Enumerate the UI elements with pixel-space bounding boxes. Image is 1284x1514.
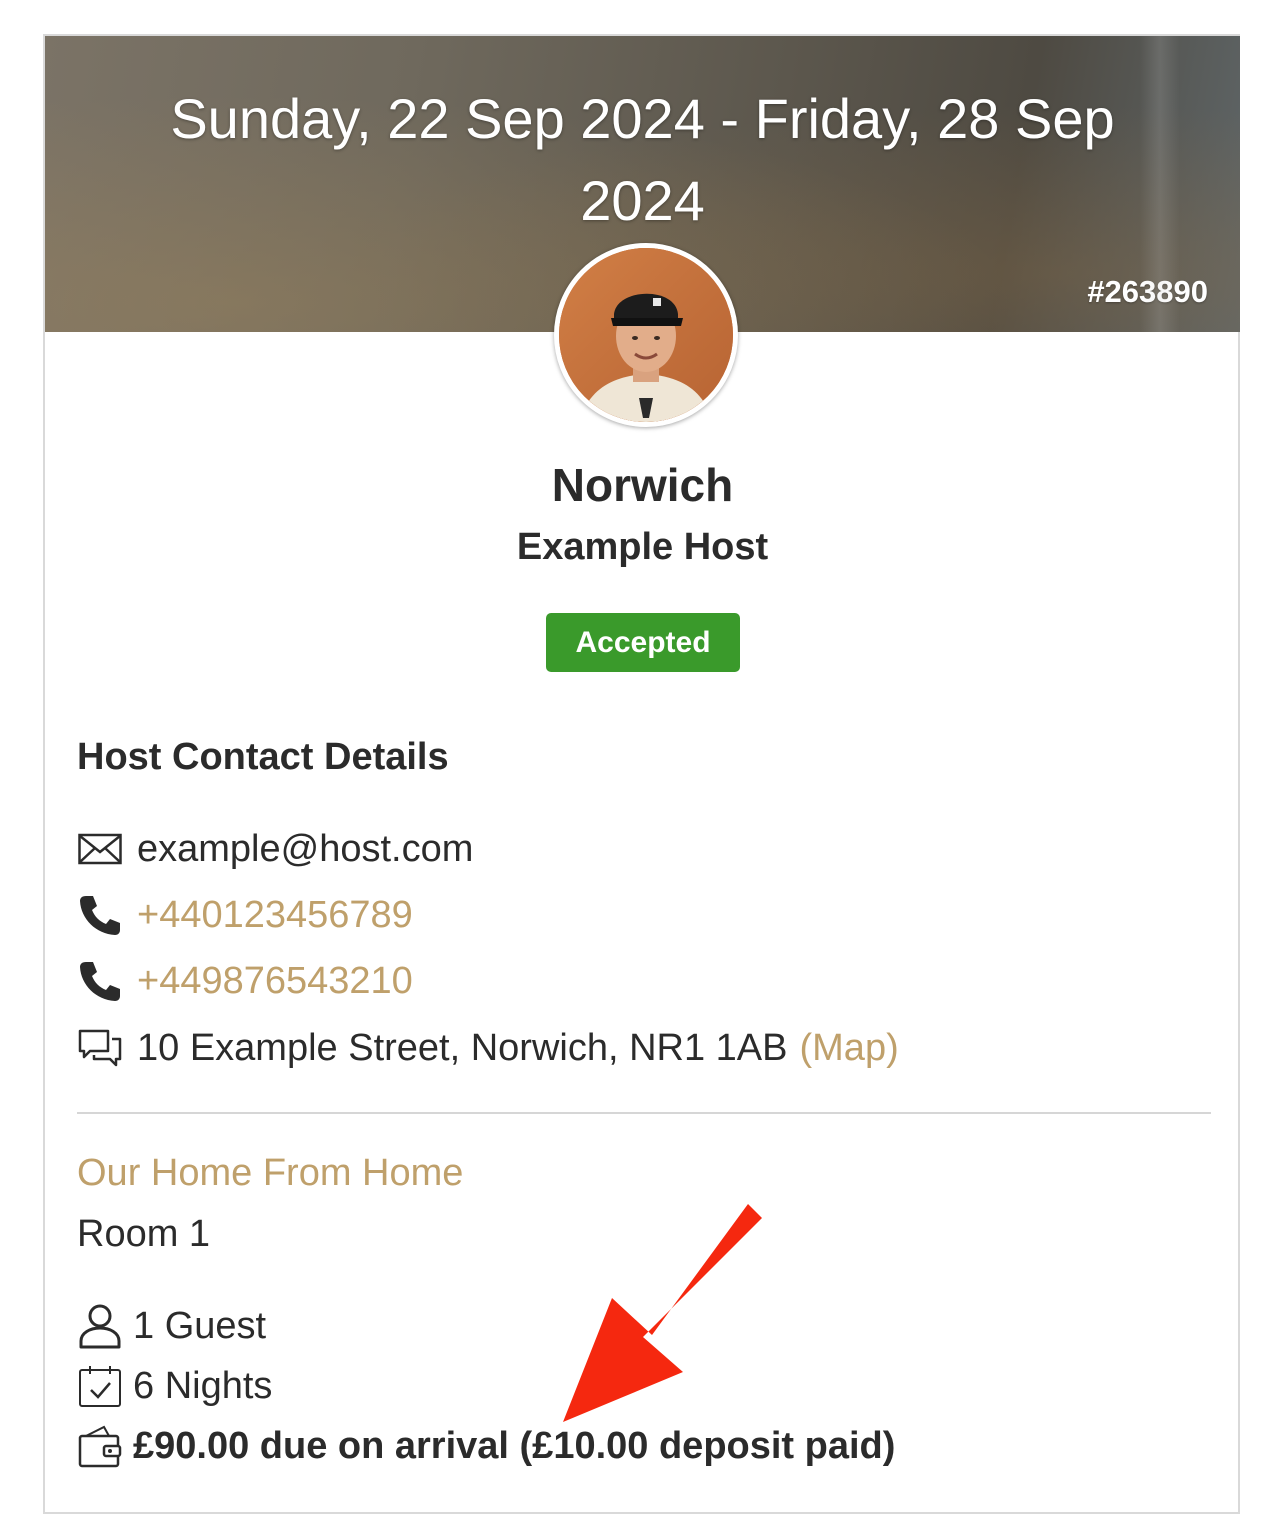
section-divider — [77, 1112, 1211, 1114]
contact-phone-row-2: +449876543210 — [77, 955, 413, 1007]
host-photo — [559, 248, 733, 422]
chat-bubbles-icon — [77, 1025, 123, 1071]
host-contact-title: Host Contact Details — [77, 736, 449, 778]
host-phone-2[interactable]: +449876543210 — [137, 960, 413, 1003]
wallet-icon — [77, 1423, 123, 1469]
map-link[interactable]: (Map) — [800, 1027, 899, 1070]
phone-icon — [77, 892, 123, 938]
person-icon — [77, 1303, 123, 1349]
envelope-icon — [77, 826, 123, 872]
guests-row: 1 Guest — [77, 1300, 266, 1352]
status-badge: Accepted — [546, 613, 740, 672]
host-address: 10 Example Street, Norwich, NR1 1AB — [137, 1026, 788, 1069]
contact-email-row: example@host.com — [77, 823, 473, 875]
annotation-arrow — [563, 1204, 762, 1422]
phone-icon — [77, 958, 123, 1004]
host-avatar — [554, 243, 738, 427]
contact-address-row: 10 Example Street, Norwich, NR1 1AB (Map… — [77, 1022, 899, 1074]
booking-reference: #263890 — [1087, 274, 1208, 309]
host-phone-1[interactable]: +440123456789 — [137, 894, 413, 937]
night-count: 6 Nights — [133, 1364, 273, 1407]
listing-name-link[interactable]: Our Home From Home — [77, 1152, 463, 1195]
contact-phone-row-1: +440123456789 — [77, 889, 413, 941]
booking-dates: Sunday, 22 Sep 2024 - Friday, 28 Sep 202… — [170, 87, 1115, 232]
booking-card: Sunday, 22 Sep 2024 - Friday, 28 Sep 202… — [43, 34, 1240, 1514]
room-name: Room 1 — [77, 1213, 211, 1255]
host-email[interactable]: example@host.com — [137, 828, 473, 871]
host-city: Norwich — [551, 459, 734, 511]
guest-count: 1 Guest — [133, 1304, 267, 1347]
host-name: Example Host — [516, 526, 769, 568]
calendar-check-icon — [77, 1363, 123, 1409]
nights-row: 6 Nights — [77, 1360, 272, 1412]
